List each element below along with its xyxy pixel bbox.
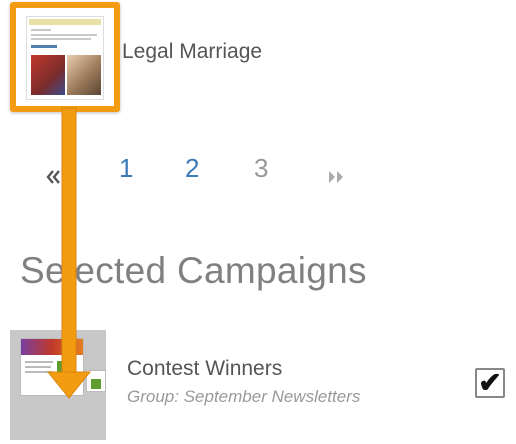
preview-header-bar (21, 339, 83, 355)
preview-photo (31, 55, 65, 95)
campaign-thumbnail-legal-marriage[interactable] (10, 2, 120, 112)
preview-title (31, 45, 57, 48)
select-checkbox[interactable]: ✔ (475, 368, 505, 398)
newsletter-preview (26, 16, 104, 100)
pagination: 1 2 3 (0, 153, 516, 193)
preview-text-line (25, 366, 51, 368)
preview-text-line (25, 371, 53, 373)
double-chevron-right-icon[interactable] (325, 163, 347, 183)
double-chevron-left-icon[interactable] (44, 163, 64, 184)
newsletter-preview (20, 338, 84, 396)
section-heading: Selected Campaigns (20, 250, 367, 291)
preview-text-line (25, 361, 53, 363)
preview-photo (57, 361, 71, 375)
page-link-1[interactable]: 1 (119, 153, 133, 184)
preview-text-line (31, 29, 51, 31)
preview-header-bar (29, 19, 101, 25)
page-current-3: 3 (254, 153, 269, 183)
preview-text-line (31, 34, 97, 36)
selected-campaign-group: Group: September Newsletters (127, 387, 361, 406)
campaign-thumbnail-contest-winners[interactable] (10, 330, 106, 440)
page-link-2[interactable]: 2 (185, 153, 199, 184)
selected-campaign-name[interactable]: Contest Winners (127, 357, 282, 381)
preview-text-line (31, 38, 91, 40)
campaign-name[interactable]: Legal Marriage (122, 40, 262, 64)
preview-photo (67, 55, 101, 95)
preview-mini-page (86, 370, 106, 392)
